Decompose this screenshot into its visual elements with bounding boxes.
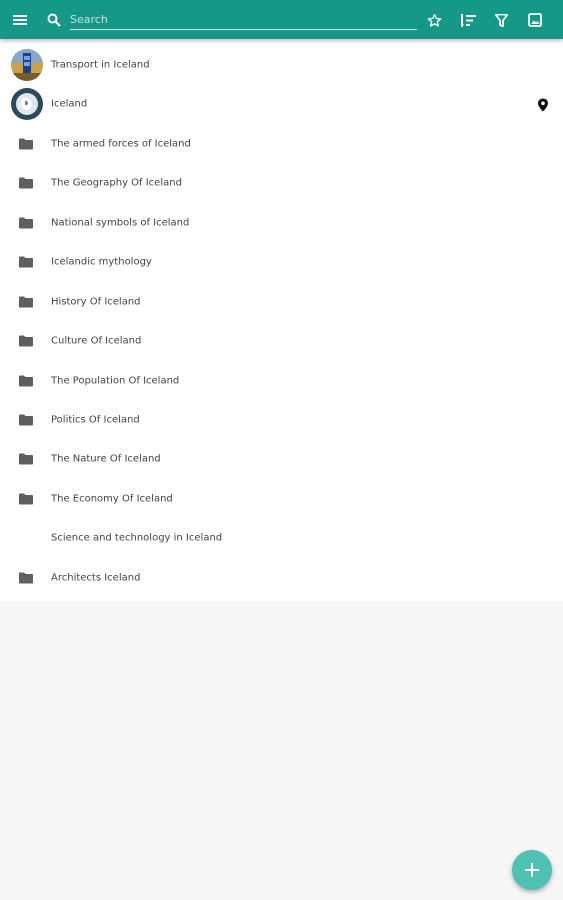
app-bar	[0, 0, 563, 39]
list-item-label: National symbols of Iceland	[51, 217, 190, 228]
sort-icon[interactable]	[455, 7, 481, 33]
list-item-label: Culture Of Iceland	[51, 335, 142, 346]
folder-icon	[19, 414, 33, 425]
search-input[interactable]	[70, 9, 417, 30]
add-button[interactable]	[512, 850, 552, 890]
list-item-culture[interactable]: Culture Of Iceland	[0, 321, 563, 360]
folder-icon	[19, 217, 33, 228]
list-item-economy[interactable]: The Economy Of Iceland	[0, 479, 563, 518]
list-item-label: Politics Of Iceland	[51, 414, 140, 425]
list-item-label: The Nature Of Iceland	[51, 453, 161, 464]
list-item-iceland[interactable]: Iceland	[0, 84, 563, 123]
list-item-geography[interactable]: The Geography Of Iceland	[0, 163, 563, 202]
iceland-thumbnail	[11, 87, 43, 120]
list-item-label: Transport in Iceland	[51, 59, 150, 70]
folder-icon	[19, 138, 33, 149]
folder-icon	[19, 453, 33, 464]
list-item-label: The Population Of Iceland	[51, 375, 180, 386]
list-item-politics[interactable]: Politics Of Iceland	[0, 400, 563, 439]
add-icon	[525, 863, 539, 877]
list-item-label: Icelandic mythology	[51, 256, 152, 267]
list-item-label: The Geography Of Iceland	[51, 177, 182, 188]
filter-icon[interactable]	[488, 7, 514, 33]
list-item-armed-forces[interactable]: The armed forces of Iceland	[0, 124, 563, 163]
star-icon[interactable]	[421, 7, 447, 33]
list-item-label: Science and technology in Iceland	[51, 532, 223, 543]
folder-icon	[19, 572, 33, 583]
category-list: Transport in Iceland Iceland The armed f…	[0, 39, 563, 601]
list-item-label: History Of Iceland	[51, 296, 141, 307]
search-icon[interactable]	[41, 7, 67, 33]
list-item-label: Architects Iceland	[51, 572, 141, 583]
folder-icon	[19, 493, 33, 504]
list-item-national-symbols[interactable]: National symbols of Iceland	[0, 203, 563, 242]
folder-icon	[19, 177, 33, 188]
list-item-label: The armed forces of Iceland	[51, 138, 191, 149]
list-item-label: Iceland	[51, 98, 88, 109]
folder-icon	[19, 375, 33, 386]
folder-icon	[19, 256, 33, 267]
folder-icon	[19, 296, 33, 307]
list-item-architects[interactable]: Architects Iceland	[0, 558, 563, 597]
list-item-label: The Economy Of Iceland	[51, 493, 173, 504]
list-item-science-technology[interactable]: Science and technology in Iceland	[0, 518, 563, 557]
menu-icon[interactable]	[7, 7, 33, 33]
list-item-transport[interactable]: Transport in Iceland	[0, 45, 563, 84]
list-item-history[interactable]: History Of Iceland	[0, 282, 563, 321]
search-field	[70, 8, 417, 30]
list-item-population[interactable]: The Population Of Iceland	[0, 361, 563, 400]
folder-icon	[19, 335, 33, 346]
location-pin-icon[interactable]	[537, 97, 549, 111]
transport-thumbnail	[11, 48, 43, 81]
image-icon[interactable]	[522, 7, 548, 33]
list-item-mythology[interactable]: Icelandic mythology	[0, 242, 563, 281]
list-item-nature[interactable]: The Nature Of Iceland	[0, 439, 563, 478]
